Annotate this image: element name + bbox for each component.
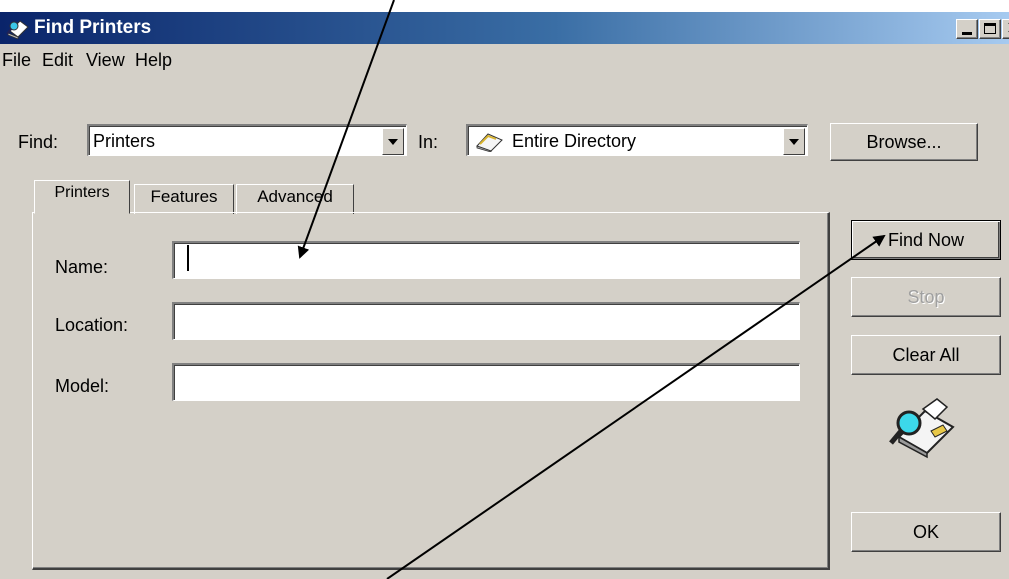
close-button[interactable]: ✕ [1002, 18, 1009, 39]
find-printers-window: Find Printers ✕ File Edit View Help Find… [0, 12, 1009, 579]
menu-bar: File Edit View Help [0, 46, 1009, 74]
find-now-button[interactable]: Find Now [851, 220, 1001, 260]
chevron-down-icon [388, 139, 398, 145]
directory-icon [476, 133, 503, 152]
tab-printers[interactable]: Printers [34, 180, 130, 214]
in-dropdown-button[interactable] [783, 128, 805, 155]
find-combobox[interactable]: Printers [87, 124, 407, 156]
menu-edit[interactable]: Edit [42, 50, 73, 70]
location-label: Location: [55, 315, 129, 335]
minimize-button[interactable] [956, 19, 978, 39]
menu-view[interactable]: View [86, 50, 125, 70]
menu-help[interactable]: Help [135, 50, 172, 70]
text-cursor [187, 245, 189, 271]
in-combobox[interactable]: Entire Directory [466, 124, 808, 156]
maximize-button[interactable] [979, 19, 1001, 39]
tab-advanced[interactable]: Advanced [236, 184, 354, 214]
location-input[interactable] [172, 302, 800, 340]
title-bar[interactable]: Find Printers ✕ [0, 12, 1009, 44]
ok-button[interactable]: OK [851, 512, 1001, 552]
chevron-down-icon [789, 139, 799, 145]
menu-file[interactable]: File [2, 50, 31, 70]
tab-features[interactable]: Features [134, 184, 234, 214]
stop-button[interactable]: Stop [851, 277, 1001, 317]
clear-all-button[interactable]: Clear All [851, 335, 1001, 375]
model-label: Model: [55, 376, 110, 396]
in-label: In: [418, 132, 439, 152]
minimize-icon [962, 32, 972, 35]
find-value: Printers [93, 131, 156, 151]
browse-button[interactable]: Browse... [830, 123, 978, 161]
model-input[interactable] [172, 363, 800, 401]
magnifier-printer-icon [889, 398, 955, 459]
find-printers-icon [6, 20, 29, 39]
maximize-icon [984, 23, 996, 34]
name-label: Name: [55, 257, 109, 277]
window-title: Find Printers [34, 17, 152, 38]
name-input[interactable] [172, 241, 800, 279]
find-dropdown-button[interactable] [382, 128, 404, 155]
find-label: Find: [18, 132, 59, 152]
in-value: Entire Directory [512, 131, 637, 151]
